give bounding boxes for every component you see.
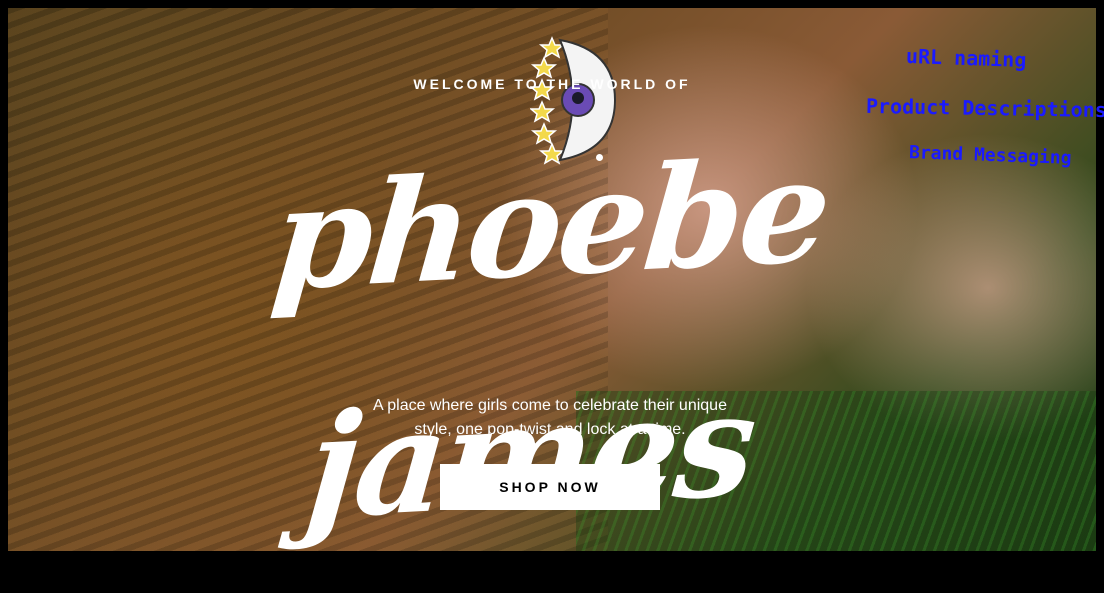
tagline-line-1: A place where girls come to celebrate th… xyxy=(373,397,727,414)
annotation-product-descriptions: Product Descriptions xyxy=(865,93,1104,123)
hero-tagline: A place where girls come to celebrate th… xyxy=(350,394,750,442)
brand-logo-text: phoebe james xyxy=(266,127,834,552)
eye-pupil xyxy=(572,92,584,104)
tagline-line-2: style, one pop-twist and lock at a time. xyxy=(414,421,686,438)
shop-now-button[interactable]: SHOP NOW xyxy=(440,464,660,510)
annotation-url-naming: uRL naming xyxy=(905,43,1027,73)
